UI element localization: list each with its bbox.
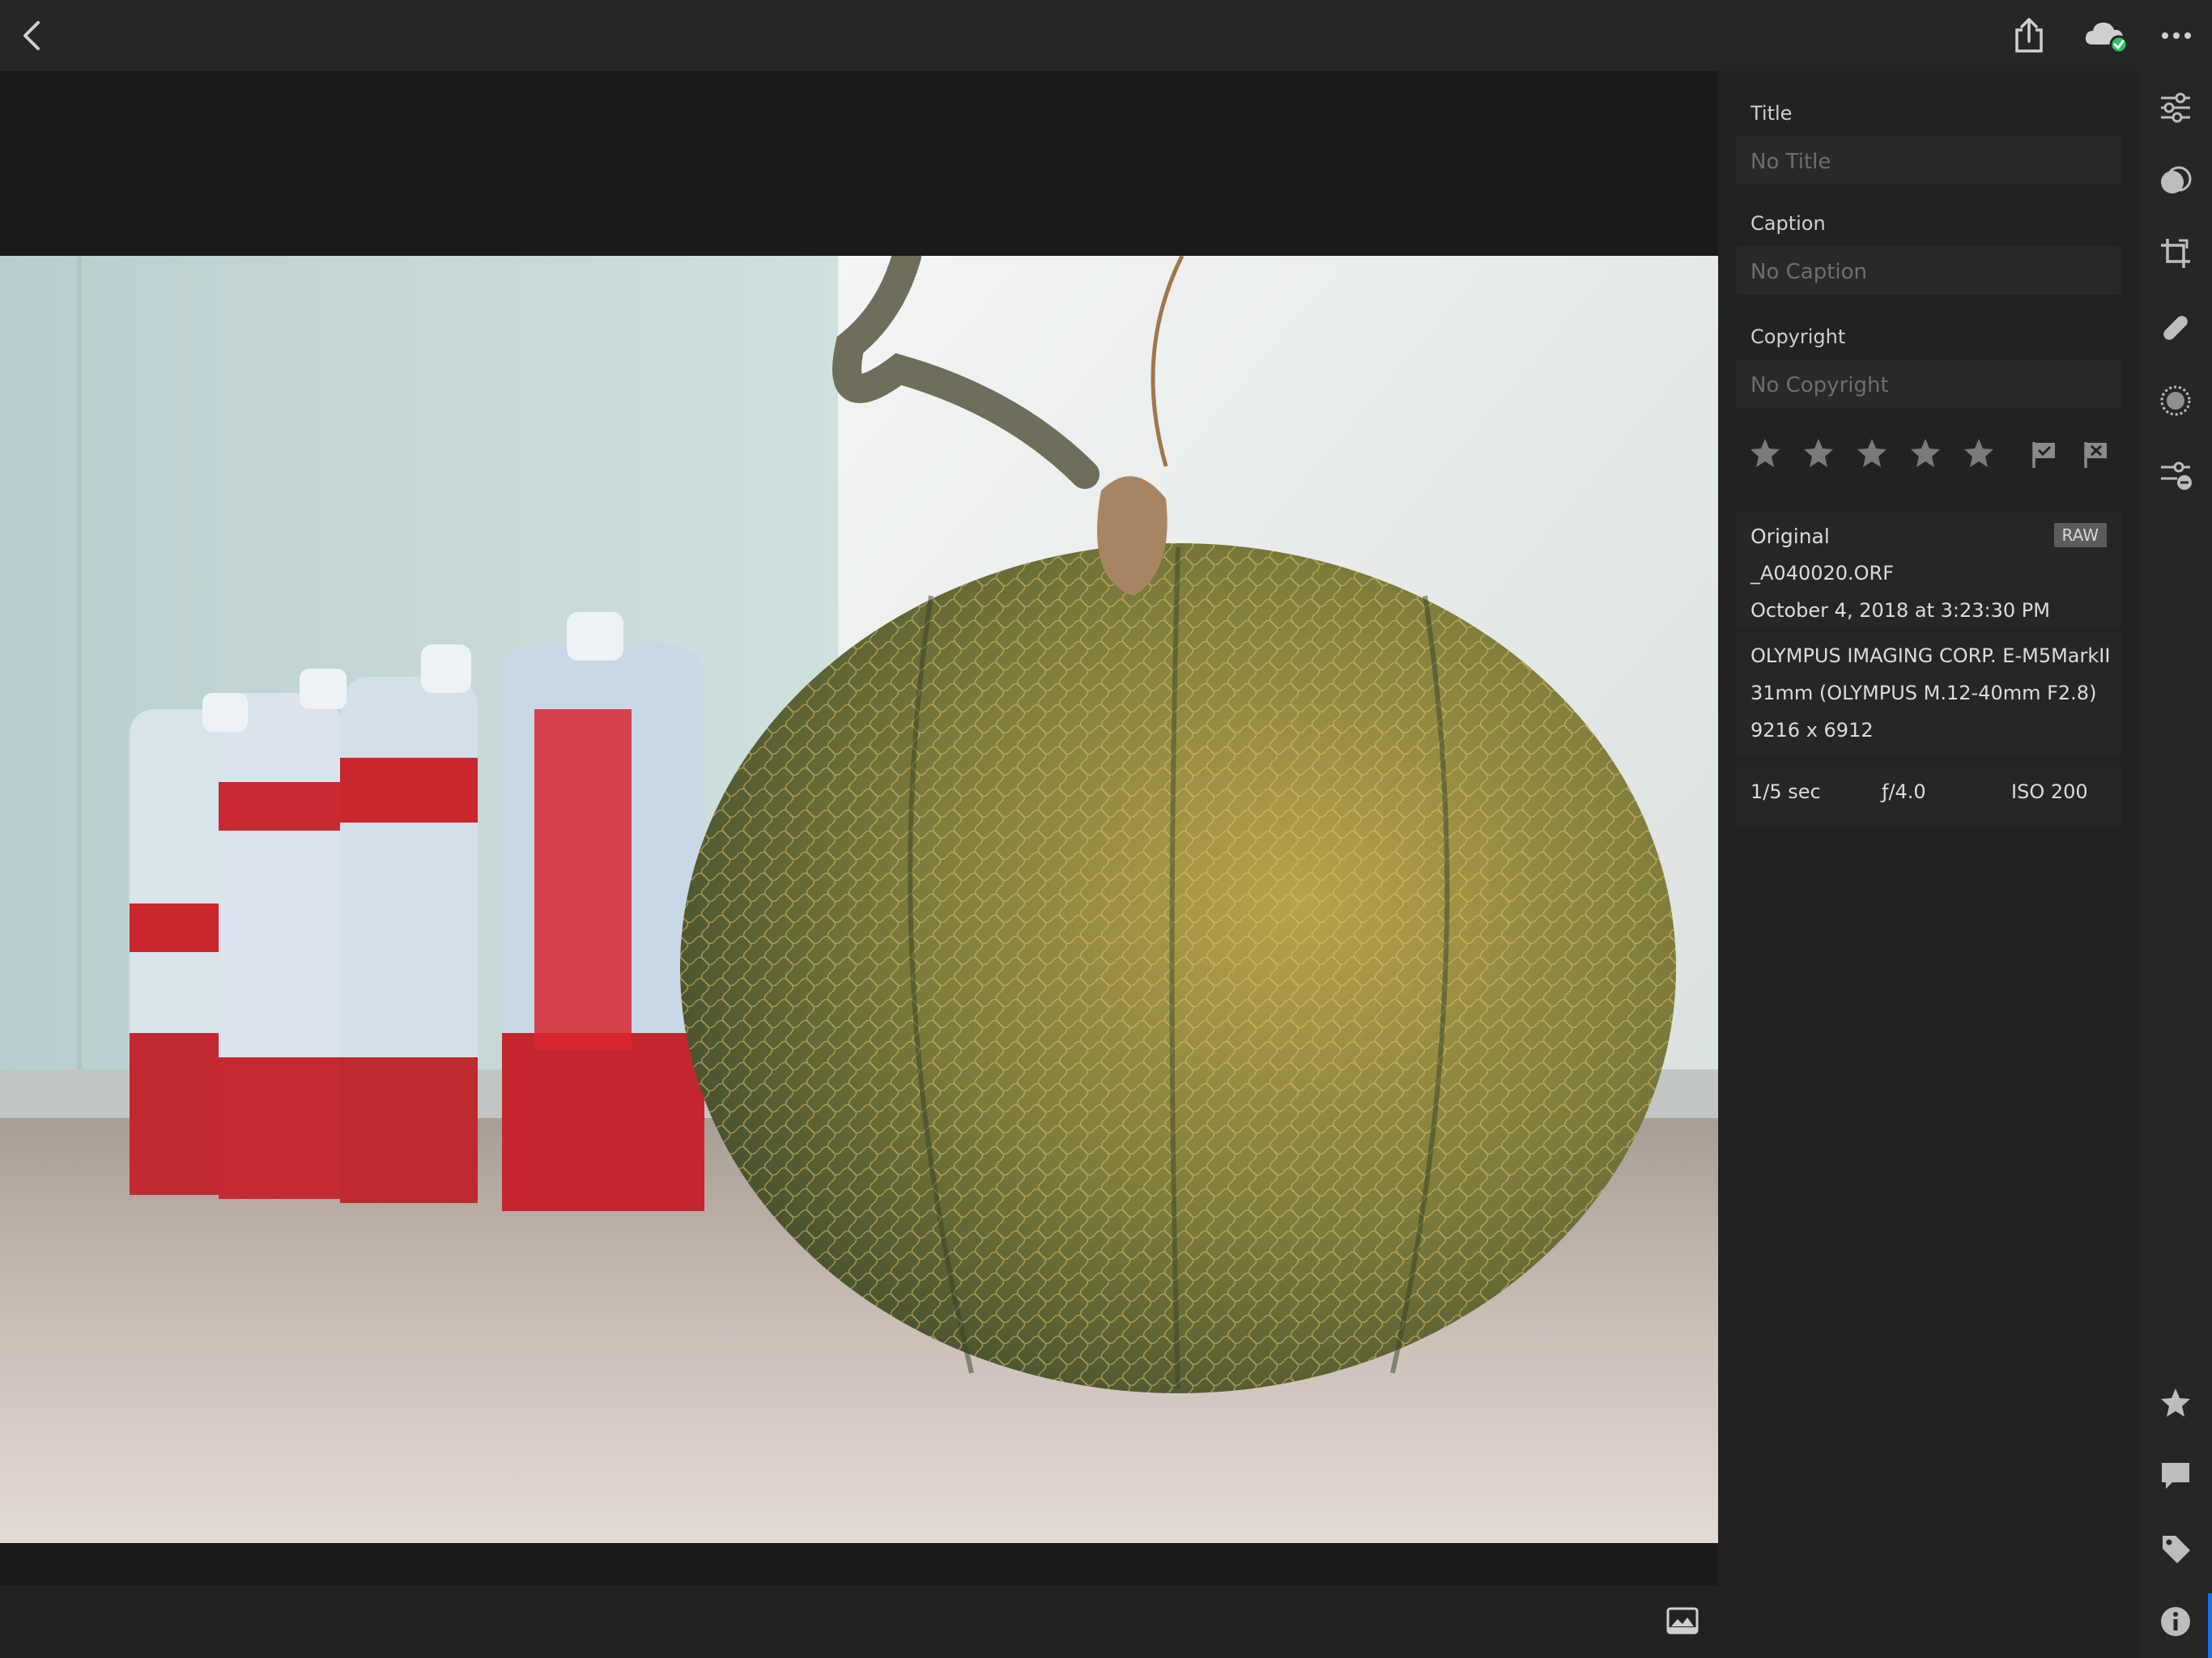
top-bar: [0, 0, 2212, 71]
share-button[interactable]: [2005, 11, 2053, 60]
comments-icon: [2162, 1463, 2189, 1489]
camera-info-block: OLYMPUS IMAGING CORP. E-M5MarkII 31mm (O…: [1736, 631, 2121, 758]
flag-reject-icon[interactable]: [2081, 439, 2112, 470]
share-icon: [2015, 18, 2043, 53]
star-rating: [1747, 436, 1997, 471]
star-3-icon[interactable]: [1854, 436, 1890, 471]
presets-icon: [2161, 166, 2192, 193]
info-tool-button[interactable]: [2157, 1603, 2194, 1640]
crop-icon: [2161, 239, 2190, 268]
star-1-icon[interactable]: [1747, 436, 1783, 471]
bottom-bar: [0, 1585, 1718, 1658]
crop-tool-button[interactable]: [2157, 235, 2194, 272]
filmstrip-icon: [1666, 1607, 1699, 1635]
cloud-synced-icon: [2085, 23, 2129, 54]
info-icon: [2161, 1607, 2190, 1636]
copyright-label: Copyright: [1750, 325, 1846, 348]
masking-tool-button[interactable]: [2157, 382, 2194, 419]
cloud-sync-button[interactable]: [2078, 11, 2134, 60]
caption-field[interactable]: No Caption: [1736, 246, 2121, 295]
presets-tool-button[interactable]: [2157, 162, 2194, 199]
exposure-info-block: 1/5 sec ƒ/4.0 ISO 200: [1736, 761, 2121, 826]
filename: _A040020.ORF: [1750, 562, 1895, 585]
healing-tool-button[interactable]: [2157, 309, 2194, 346]
aperture: ƒ/4.0: [1882, 780, 1926, 803]
versions-tool-button[interactable]: [2157, 457, 2194, 494]
filmstrip-toggle-button[interactable]: [1665, 1605, 1700, 1637]
raw-badge: RAW: [2053, 523, 2107, 547]
edit-sliders-tool-button[interactable]: [2157, 89, 2194, 126]
lens-info: 31mm (OLYMPUS M.12-40mm F2.8): [1750, 682, 2097, 704]
star-2-icon[interactable]: [1801, 436, 1836, 471]
file-info-block: Original RAW _A040020.ORF October 4, 201…: [1736, 512, 2121, 628]
image-dimensions: 9216 x 6912: [1750, 719, 1874, 742]
masking-icon: [2160, 385, 2191, 416]
keywords-icon: [2163, 1536, 2190, 1563]
keywords-tool-button[interactable]: [2157, 1530, 2194, 1567]
flag-pick-icon[interactable]: [2029, 439, 2060, 470]
shutter-speed: 1/5 sec: [1750, 780, 1821, 803]
chevron-left-icon: [23, 21, 40, 50]
more-button[interactable]: [2152, 11, 2201, 60]
tool-strip: [2139, 71, 2212, 1658]
star-5-icon[interactable]: [1961, 436, 1997, 471]
info-panel: Title No Title Caption No Caption Copyri…: [1718, 71, 2139, 1658]
active-tool-indicator: [2208, 1593, 2212, 1658]
capture-date: October 4, 2018 at 3:23:30 PM: [1750, 599, 2050, 622]
comments-tool-button[interactable]: [2157, 1457, 2194, 1494]
iso: ISO 200: [2011, 780, 2088, 803]
healing-icon: [2163, 316, 2188, 340]
back-button[interactable]: [8, 11, 57, 60]
star-4-icon[interactable]: [1908, 436, 1943, 471]
caption-label: Caption: [1750, 212, 1826, 235]
versions-icon: [2161, 461, 2192, 490]
title-label: Title: [1750, 102, 1793, 125]
photo[interactable]: [0, 256, 1718, 1543]
edit-sliders-icon: [2161, 92, 2190, 123]
more-icon: [2162, 32, 2191, 39]
rate-review-icon: [2161, 1388, 2190, 1417]
camera-body: OLYMPUS IMAGING CORP. E-M5MarkII: [1750, 644, 2111, 667]
original-heading: Original: [1750, 525, 1830, 548]
copyright-field[interactable]: No Copyright: [1736, 359, 2121, 408]
rate-review-tool-button[interactable]: [2157, 1384, 2194, 1422]
photo-image: [0, 256, 1718, 1543]
photo-canvas: [0, 71, 1718, 1585]
title-field[interactable]: No Title: [1736, 136, 2121, 185]
